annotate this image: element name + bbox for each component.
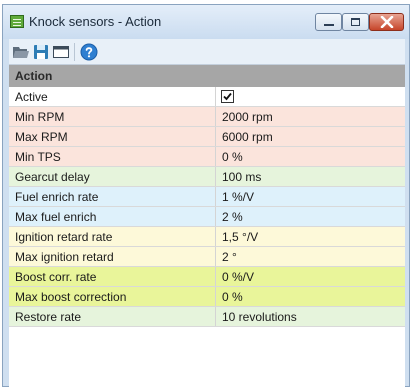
property-row[interactable]: Max fuel enrich 2 % bbox=[9, 207, 405, 227]
property-row[interactable]: Gearcut delay 100 ms bbox=[9, 167, 405, 187]
property-row[interactable]: Ignition retard rate 1,5 °/V bbox=[9, 227, 405, 247]
property-name: Max RPM bbox=[9, 127, 216, 146]
minimize-button[interactable] bbox=[315, 13, 342, 31]
property-row[interactable]: Min RPM 2000 rpm bbox=[9, 107, 405, 127]
properties-grid: Action Active Min RPM 2000 rpm Max RPM 6000 … bbox=[9, 65, 405, 387]
property-row[interactable]: Max RPM 6000 rpm bbox=[9, 127, 405, 147]
property-value[interactable]: 6000 rpm bbox=[222, 130, 273, 144]
window-icon[interactable] bbox=[52, 43, 70, 61]
sensor-table-icon bbox=[10, 15, 24, 28]
property-name: Gearcut delay bbox=[9, 167, 216, 186]
property-name: Max ignition retard bbox=[9, 247, 216, 266]
property-name: Fuel enrich rate bbox=[9, 187, 216, 206]
property-row[interactable]: Max ignition retard 2 ° bbox=[9, 247, 405, 267]
minimize-icon bbox=[324, 24, 334, 26]
property-row[interactable]: Active bbox=[9, 87, 405, 107]
active-checkbox[interactable] bbox=[221, 90, 234, 103]
property-value[interactable]: 100 ms bbox=[222, 170, 261, 184]
property-name: Min RPM bbox=[9, 107, 216, 126]
property-row[interactable]: Fuel enrich rate 1 %/V bbox=[9, 187, 405, 207]
save-icon[interactable] bbox=[32, 43, 50, 61]
property-name: Max fuel enrich bbox=[9, 207, 216, 226]
property-value[interactable]: 1,5 °/V bbox=[222, 230, 258, 244]
property-value[interactable]: 2 ° bbox=[222, 250, 237, 264]
checkmark-icon bbox=[223, 92, 232, 101]
toolbar-separator bbox=[74, 43, 75, 61]
toolbar bbox=[9, 39, 405, 65]
property-value[interactable]: 10 revolutions bbox=[222, 310, 297, 324]
property-name: Active bbox=[9, 87, 216, 106]
close-button[interactable] bbox=[369, 13, 404, 31]
property-row[interactable]: Boost corr. rate 0 %/V bbox=[9, 267, 405, 287]
property-value[interactable]: 1 %/V bbox=[222, 190, 254, 204]
section-header: Action bbox=[9, 65, 405, 87]
property-row[interactable]: Restore rate 10 revolutions bbox=[9, 307, 405, 327]
property-value[interactable]: 0 % bbox=[222, 290, 243, 304]
property-value[interactable]: 0 %/V bbox=[222, 270, 254, 284]
window-title: Knock sensors - Action bbox=[29, 14, 162, 29]
maximize-icon bbox=[351, 18, 360, 26]
maximize-button[interactable] bbox=[342, 13, 369, 31]
property-name: Boost corr. rate bbox=[9, 267, 216, 286]
property-value[interactable]: 2000 rpm bbox=[222, 110, 273, 124]
property-name: Min TPS bbox=[9, 147, 216, 166]
help-icon[interactable] bbox=[80, 43, 98, 61]
property-row[interactable]: Min TPS 0 % bbox=[9, 147, 405, 167]
property-name: Ignition retard rate bbox=[9, 227, 216, 246]
property-value[interactable]: 2 % bbox=[222, 210, 243, 224]
section-title: Action bbox=[15, 69, 53, 83]
knock-sensors-window: Knock sensors - Action Action Active Min… bbox=[2, 4, 410, 387]
title-bar[interactable]: Knock sensors - Action bbox=[3, 5, 409, 39]
close-icon bbox=[380, 16, 394, 28]
property-name: Max boost correction bbox=[9, 287, 216, 306]
property-value[interactable]: 0 % bbox=[222, 150, 243, 164]
property-name: Restore rate bbox=[9, 307, 216, 326]
property-row[interactable]: Max boost correction 0 % bbox=[9, 287, 405, 307]
open-folder-icon[interactable] bbox=[12, 43, 30, 61]
